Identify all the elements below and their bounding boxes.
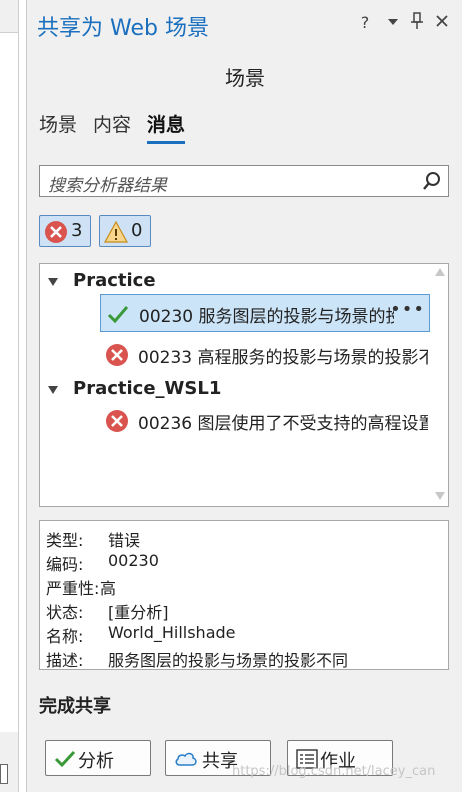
- search-icon[interactable]: [422, 171, 442, 191]
- analyze-button[interactable]: 分析: [45, 740, 151, 776]
- detail-key: 名称:: [46, 627, 84, 646]
- list-item-label: 00233 高程服务的投影与场景的投影不同: [138, 348, 428, 368]
- detail-key: 编码:: [46, 555, 84, 574]
- tree-group-practice[interactable]: Practice: [40, 268, 432, 296]
- watermark: https://blog.csdn.net/lacey_can: [232, 764, 436, 779]
- error-filter-toggle[interactable]: 3: [39, 215, 91, 247]
- tab-content[interactable]: 内容: [93, 110, 131, 144]
- detail-value: 错误: [108, 531, 141, 550]
- detail-key: 状态:: [46, 603, 84, 622]
- list-item-label: 00236 图层使用了不受支持的高程设置: [138, 414, 428, 434]
- list-item[interactable]: 00230 服务图层的投影与场景的投影不同 •••: [100, 294, 430, 332]
- adjacent-panel-checkbox[interactable]: [0, 764, 8, 784]
- check-icon: [54, 750, 76, 768]
- analyze-button-label: 分析: [78, 751, 114, 772]
- collapse-arrow-icon[interactable]: [48, 278, 58, 286]
- warning-filter-toggle[interactable]: 0: [99, 215, 151, 247]
- tab-messages[interactable]: 消息: [147, 110, 186, 144]
- detail-value: World_Hillshade: [108, 623, 236, 642]
- detail-key: 类型:: [46, 531, 84, 550]
- help-button[interactable]: ?: [354, 12, 376, 34]
- tab-scene[interactable]: 场景: [39, 110, 77, 144]
- search-placeholder: 搜索分析器结果: [48, 176, 167, 196]
- tab-bar: 场景 内容 消息: [39, 110, 186, 144]
- tree-group-label: Practice: [73, 270, 156, 291]
- message-details-panel: 类型: 错误 编码: 00230 严重性: 高 状态: [重分析] 名称: Wo…: [39, 520, 449, 670]
- finish-sharing-heading: 完成共享: [39, 696, 111, 717]
- error-icon: [106, 344, 128, 366]
- list-item[interactable]: 00236 图层使用了不受支持的高程设置: [100, 402, 430, 440]
- check-icon: [107, 306, 129, 324]
- detail-value: 高: [100, 579, 117, 598]
- pane-titlebar: 共享为 Web 场景 ?: [27, 0, 462, 41]
- options-menu-button[interactable]: [382, 12, 404, 34]
- share-web-scene-pane: 共享为 Web 场景 ? 场景 场景 内容 消息 搜索分析器结果 3 0 Pra…: [26, 0, 462, 792]
- search-input[interactable]: 搜索分析器结果: [39, 165, 449, 197]
- list-item[interactable]: 00233 高程服务的投影与场景的投影不同: [100, 336, 430, 374]
- scroll-down-arrow-icon[interactable]: [435, 492, 445, 500]
- more-options-button[interactable]: •••: [390, 299, 425, 320]
- error-icon: [45, 221, 67, 243]
- pane-title: 共享为 Web 场景: [37, 16, 209, 41]
- error-icon: [106, 410, 128, 432]
- chevron-down-icon: [388, 19, 398, 25]
- vertical-scrollbar[interactable]: [432, 264, 448, 506]
- cloud-icon: [175, 752, 197, 766]
- detail-value[interactable]: [重分析]: [108, 599, 169, 623]
- close-icon: [436, 15, 448, 27]
- collapse-arrow-icon[interactable]: [48, 386, 58, 394]
- detail-value: 00230: [108, 551, 159, 570]
- warning-icon: [104, 220, 128, 243]
- detail-key: 严重性:: [46, 579, 100, 598]
- list-item-label: 00230 服务图层的投影与场景的投影不同: [139, 307, 394, 327]
- pin-icon: [411, 12, 423, 29]
- tree-group-label: Practice_WSL1: [73, 378, 222, 399]
- pin-button[interactable]: [406, 12, 428, 34]
- tree-group-practice-wsl1[interactable]: Practice_WSL1: [40, 376, 432, 404]
- close-button[interactable]: [431, 12, 453, 34]
- error-count: 3: [71, 220, 83, 241]
- warning-count: 0: [131, 220, 143, 241]
- analyzer-results-tree: Practice 00230 服务图层的投影与场景的投影不同 ••• 00233…: [39, 263, 449, 507]
- adjacent-panel: [0, 0, 19, 792]
- pane-heading: 场景: [225, 66, 265, 90]
- scroll-up-arrow-icon[interactable]: [435, 268, 445, 276]
- detail-value: 服务图层的投影与场景的投影不同: [108, 651, 349, 670]
- adjacent-panel-content: [0, 32, 18, 732]
- detail-key: 描述:: [46, 651, 84, 670]
